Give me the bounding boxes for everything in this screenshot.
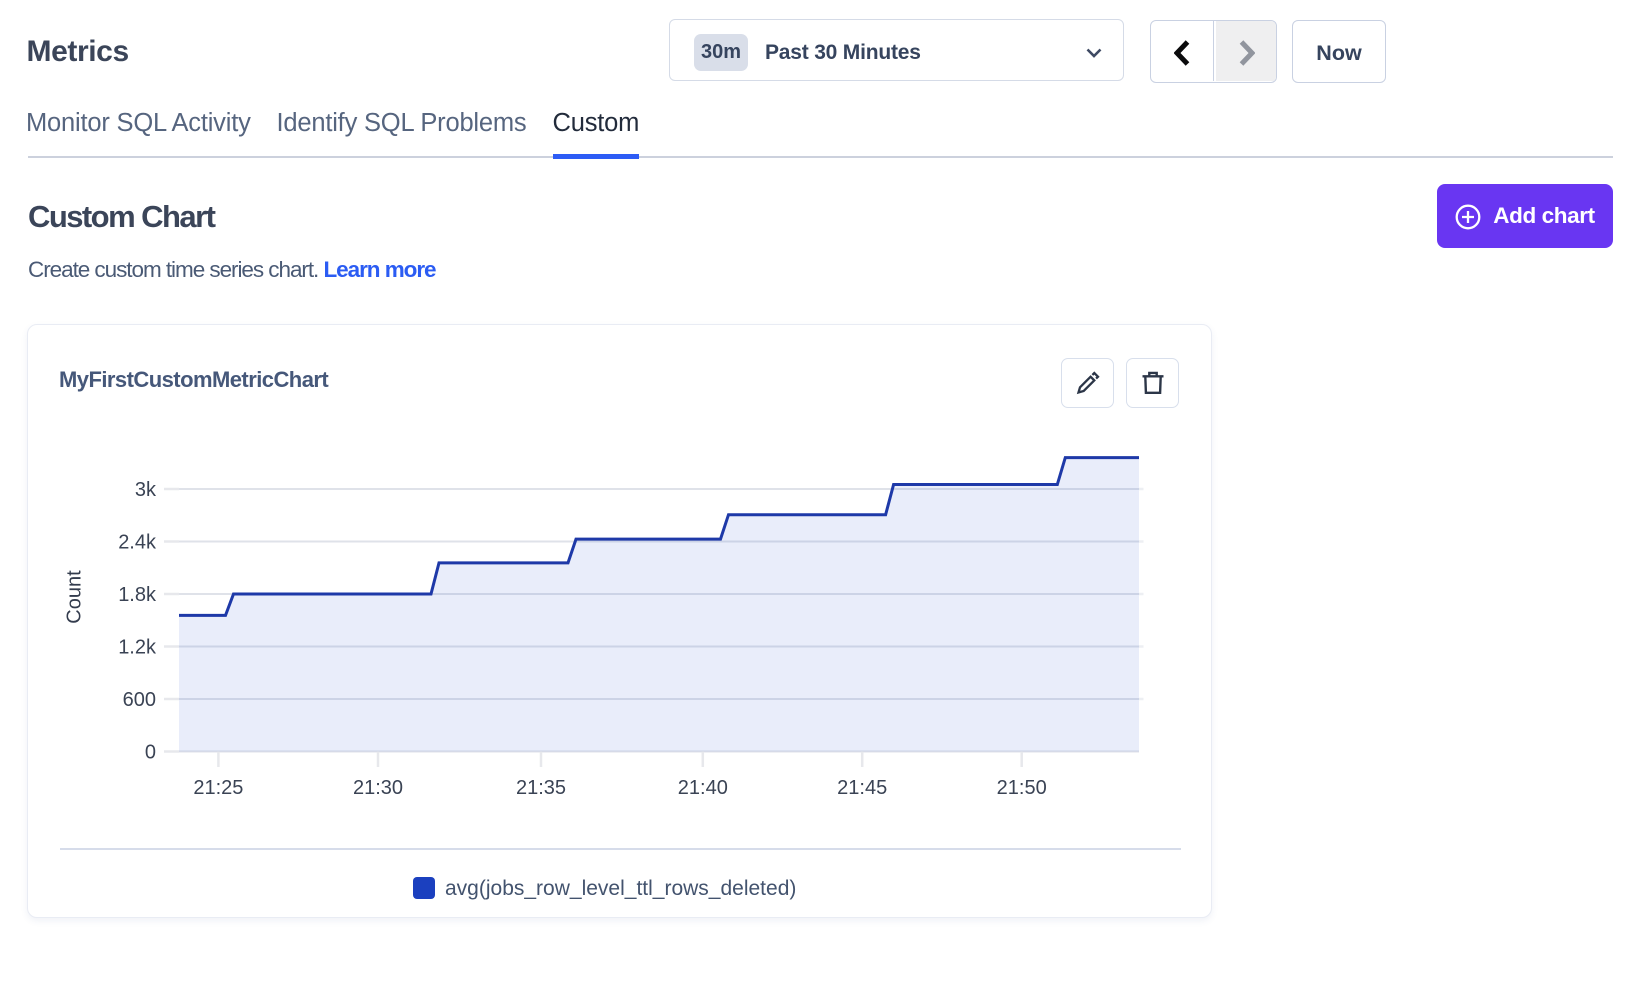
svg-text:1.2k: 1.2k [118,637,157,659]
svg-text:21:30: 21:30 [353,777,403,799]
svg-text:Count: Count [64,570,86,624]
svg-text:1.8k: 1.8k [118,584,157,606]
svg-text:3k: 3k [135,479,157,501]
svg-text:21:40: 21:40 [678,777,728,799]
svg-text:21:35: 21:35 [516,777,566,799]
svg-text:0: 0 [145,742,156,764]
svg-text:2.4k: 2.4k [118,532,157,554]
svg-text:21:50: 21:50 [997,777,1047,799]
svg-text:600: 600 [123,689,156,711]
svg-text:avg(jobs_row_level_ttl_rows_de: avg(jobs_row_level_ttl_rows_deleted) [445,877,796,900]
svg-text:21:45: 21:45 [837,777,887,799]
svg-text:21:25: 21:25 [193,777,243,799]
